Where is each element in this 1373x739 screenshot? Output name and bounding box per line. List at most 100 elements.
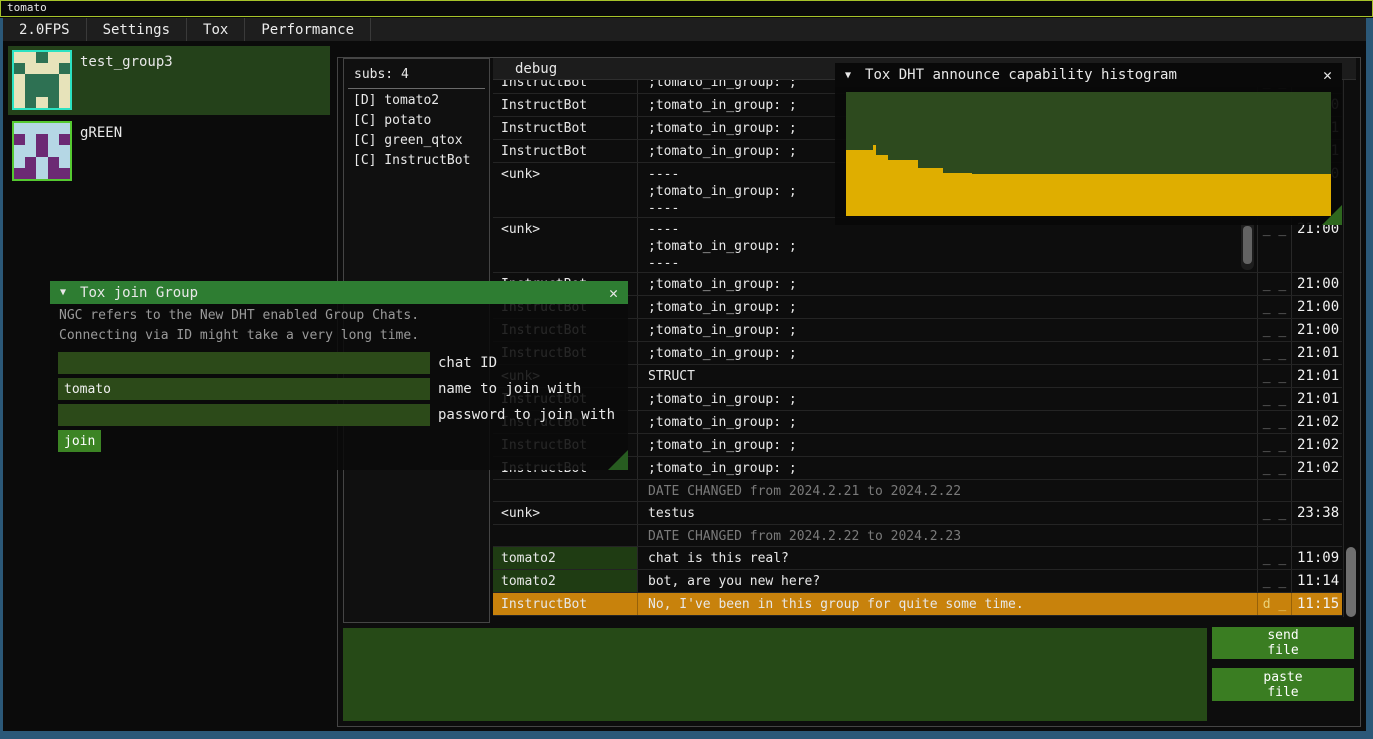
join-dialog-titlebar[interactable]: ▼ Tox join Group ✕ bbox=[50, 281, 628, 304]
timestamp: 11:14 bbox=[1292, 570, 1342, 592]
avatar-pixel bbox=[36, 86, 47, 97]
avatar-pixel bbox=[25, 123, 36, 134]
group-name-label: gREEN bbox=[80, 125, 122, 141]
message-inner-scrollbar-thumb[interactable] bbox=[1243, 226, 1252, 264]
sender-cell: <unk> bbox=[493, 502, 638, 524]
subs-member[interactable]: [D] tomato2 bbox=[344, 91, 489, 111]
message-row[interactable]: <unk>----;tomato_in_group: ;----_ _21:00 bbox=[493, 218, 1342, 273]
menu-item-settings[interactable]: Settings bbox=[87, 18, 187, 41]
chat-scrollbar[interactable] bbox=[1343, 80, 1357, 617]
resize-handle[interactable] bbox=[608, 450, 628, 470]
avatar-pixel bbox=[14, 97, 25, 108]
avatar-pixel bbox=[25, 157, 36, 168]
chat-scrollbar-thumb[interactable] bbox=[1346, 547, 1356, 617]
avatar-pixel bbox=[14, 134, 25, 145]
sender-cell: InstructBot bbox=[493, 140, 638, 162]
message-row[interactable]: tomato2chat is this real?_ _11:09 bbox=[493, 547, 1342, 570]
timestamp: 21:01 bbox=[1292, 388, 1342, 410]
histogram-window-title: Tox DHT announce capability histogram bbox=[865, 67, 1177, 83]
paste-file-button[interactable]: paste file bbox=[1212, 668, 1354, 701]
message-line: chat is this real? bbox=[648, 550, 1257, 567]
menu-item-performance[interactable]: Performance bbox=[245, 18, 371, 41]
sidebar-group-gREEN[interactable]: gREEN bbox=[8, 117, 330, 186]
menu-item-tox[interactable]: Tox bbox=[187, 18, 245, 41]
message-cell: testus bbox=[638, 502, 1258, 524]
avatar-pixel bbox=[25, 74, 36, 85]
title-bar[interactable]: tomato bbox=[0, 0, 1373, 17]
subs-separator bbox=[348, 88, 485, 89]
join-field-name-to-join-with[interactable] bbox=[58, 378, 430, 400]
histogram-window-titlebar[interactable]: ▼ Tox DHT announce capability histogram … bbox=[835, 63, 1342, 87]
timestamp: 21:01 bbox=[1292, 365, 1342, 387]
avatar-pixel bbox=[59, 97, 70, 108]
message-input[interactable] bbox=[343, 628, 1207, 721]
join-dialog-title: Tox join Group bbox=[80, 285, 198, 301]
resize-handle[interactable] bbox=[1322, 205, 1342, 225]
date-changed-row[interactable]: DATE CHANGED from 2024.2.21 to 2024.2.22 bbox=[493, 480, 1342, 502]
avatar-pixel bbox=[36, 63, 47, 74]
delivery-flags: _ _ bbox=[1258, 342, 1292, 364]
sender-cell bbox=[493, 525, 638, 546]
join-field-label: name to join with bbox=[438, 378, 581, 400]
message-line: ;tomato_in_group: ; bbox=[648, 322, 1257, 339]
histogram-plot bbox=[846, 92, 1331, 216]
message-line: STRUCT bbox=[648, 368, 1257, 385]
message-inner-scrollbar[interactable] bbox=[1241, 220, 1254, 270]
window-border-bottom bbox=[0, 731, 1373, 739]
timestamp: 21:00 bbox=[1292, 218, 1342, 272]
close-icon[interactable]: ✕ bbox=[609, 284, 618, 302]
join-group-dialog: ▼ Tox join Group ✕ NGC refers to the New… bbox=[50, 281, 628, 470]
message-line: ;tomato_in_group: ; bbox=[648, 238, 1257, 255]
date-changed-row[interactable]: DATE CHANGED from 2024.2.22 to 2024.2.23 bbox=[493, 525, 1342, 547]
sidebar-group-test_group3[interactable]: test_group3 bbox=[8, 46, 330, 115]
group-avatar bbox=[12, 121, 72, 181]
avatar-pixel bbox=[59, 134, 70, 145]
avatar-pixel bbox=[48, 168, 59, 179]
avatar-pixel bbox=[59, 74, 70, 85]
date-changed-text: DATE CHANGED from 2024.2.21 to 2024.2.22 bbox=[648, 484, 961, 499]
message-row[interactable]: <unk>testus_ _23:38 bbox=[493, 502, 1342, 525]
message-line: ;tomato_in_group: ; bbox=[648, 391, 1257, 408]
avatar-pixel bbox=[14, 74, 25, 85]
subs-member[interactable]: [C] InstructBot bbox=[344, 151, 489, 171]
timestamp: 21:02 bbox=[1292, 457, 1342, 479]
timestamp: 11:09 bbox=[1292, 547, 1342, 569]
window-title: tomato bbox=[7, 1, 47, 14]
ngc-hint-line1: NGC refers to the New DHT enabled Group … bbox=[59, 307, 419, 324]
sender-cell: InstructBot bbox=[493, 94, 638, 116]
join-field-password-to-join-with[interactable] bbox=[58, 404, 430, 426]
message-cell: ;tomato_in_group: ; bbox=[638, 273, 1258, 295]
message-cell: ;tomato_in_group: ; bbox=[638, 411, 1258, 433]
subs-member[interactable]: [C] potato bbox=[344, 111, 489, 131]
delivery-flags: d _ bbox=[1258, 593, 1292, 615]
sender-cell: <unk> bbox=[493, 218, 638, 272]
message-row[interactable]: InstructBotNo, I've been in this group f… bbox=[493, 593, 1342, 616]
group-name-label: test_group3 bbox=[80, 54, 173, 70]
delivery-flags: _ _ bbox=[1258, 296, 1292, 318]
message-line: ;tomato_in_group: ; bbox=[648, 345, 1257, 362]
avatar-pixel bbox=[14, 168, 25, 179]
send-file-button[interactable]: send file bbox=[1212, 627, 1354, 659]
join-field-chat-id[interactable] bbox=[58, 352, 430, 374]
join-button[interactable]: join bbox=[58, 430, 101, 452]
subs-list: [D] tomato2[C] potato[C] green_qtox[C] I… bbox=[344, 91, 489, 171]
avatar-pixel bbox=[48, 134, 59, 145]
delivery-flags: _ _ bbox=[1258, 434, 1292, 456]
message-row[interactable]: tomato2bot, are you new here?_ _11:14 bbox=[493, 570, 1342, 593]
message-line: ;tomato_in_group: ; bbox=[648, 276, 1257, 293]
avatar-pixel bbox=[14, 86, 25, 97]
subs-member[interactable]: [C] green_qtox bbox=[344, 131, 489, 151]
collapse-triangle-icon[interactable]: ▼ bbox=[845, 70, 851, 81]
avatar-pixel bbox=[59, 52, 70, 63]
sender-cell: InstructBot bbox=[493, 80, 638, 93]
timestamp: 21:02 bbox=[1292, 434, 1342, 456]
histogram-bar-segment bbox=[888, 160, 918, 216]
avatar-pixel bbox=[14, 123, 25, 134]
avatar-pixel bbox=[59, 145, 70, 156]
delivery-flags: _ _ bbox=[1258, 319, 1292, 341]
avatar-pixel bbox=[48, 86, 59, 97]
avatar-pixel bbox=[25, 168, 36, 179]
collapse-triangle-icon[interactable]: ▼ bbox=[60, 287, 66, 298]
delivery-flags: _ _ bbox=[1258, 218, 1292, 272]
close-icon[interactable]: ✕ bbox=[1323, 66, 1332, 84]
